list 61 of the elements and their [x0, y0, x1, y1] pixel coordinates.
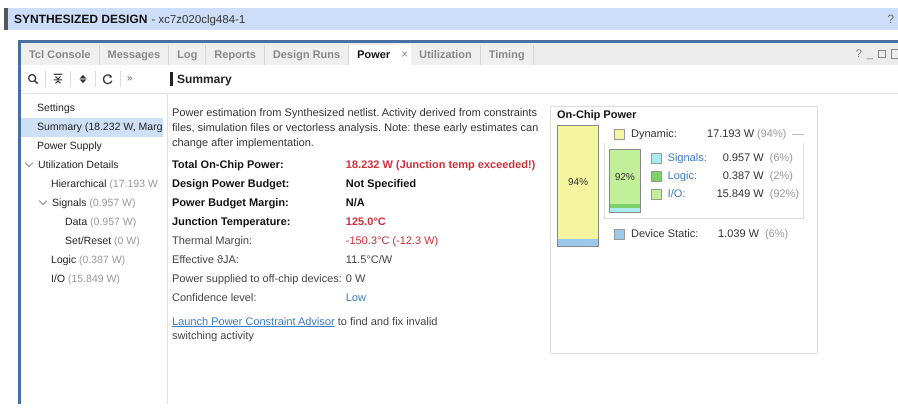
- refresh-icon[interactable]: [102, 73, 114, 85]
- legend-value: 0.387 W: [722, 170, 764, 182]
- sidebar-item[interactable]: Signals (0.957 W): [21, 194, 136, 213]
- legend-share: (92%): [770, 188, 799, 200]
- bar-label: 92%: [614, 172, 635, 182]
- field-label: Confidence level:: [172, 292, 258, 304]
- collapse-all-icon[interactable]: [52, 73, 64, 85]
- sidebar-item[interactable]: Settings: [21, 99, 76, 118]
- part-name: - xc7z020clg484-1: [151, 14, 246, 26]
- legend-label: Signals:: [668, 152, 708, 164]
- field-value: -150.3°C (-12.3 W): [346, 235, 440, 247]
- legend-share: (2%): [770, 170, 793, 182]
- tab[interactable]: Power: [349, 45, 398, 65]
- advisor-link[interactable]: Launch Power Constraint Advisor: [172, 316, 335, 328]
- legend-share: (6%): [765, 228, 788, 240]
- field-label: Power Budget Margin:: [172, 197, 290, 209]
- field-value: 18.232 W (Junction temp exceeded!): [346, 159, 536, 171]
- field-label: Total On-Chip Power:: [172, 159, 285, 171]
- close-button[interactable]: ×: [398, 44, 412, 65]
- legend-value: 0.957 W: [722, 152, 764, 164]
- restore-icon[interactable]: [878, 50, 886, 58]
- sidebar-item[interactable]: Logic (0.387 W): [21, 251, 126, 270]
- field-value: N/A: [346, 197, 366, 209]
- legend-label: Logic:: [668, 170, 698, 182]
- legend-share: (94%): [757, 128, 786, 140]
- section-title: Summary: [177, 72, 232, 86]
- field-label: Design Power Budget:: [172, 178, 290, 190]
- field-label: Thermal Margin:: [172, 235, 254, 247]
- legend-share: (6%): [770, 152, 793, 164]
- splitter-handle[interactable]: [170, 72, 173, 86]
- search-icon[interactable]: [27, 73, 39, 85]
- sidebar-item[interactable]: Summary (18.232 W, Marg: [21, 118, 164, 137]
- description-text: Power estimation from Synthesized netlist. Activity derived from constraints files, simulation files or vectorless analysis. Note: these early estimates can change after implementation.: [172, 106, 540, 151]
- legend-value: 1.039 W: [717, 228, 759, 240]
- field-label: Effective ϑJA:: [172, 254, 240, 266]
- legend-label: I/O:: [668, 188, 686, 200]
- window-title: SYNTHESIZED DESIGN: [14, 12, 148, 26]
- sidebar-item[interactable]: Power Supply: [21, 137, 103, 156]
- legend-value: 15.849 W: [716, 188, 764, 200]
- sidebar-item[interactable]: Utilization Details: [21, 156, 120, 175]
- field-value: Not Specified: [346, 178, 418, 190]
- field-label: Power supplied to off-chip devices:: [172, 273, 342, 285]
- panel-title: On-Chip Power: [557, 109, 638, 121]
- panel-control[interactable]: ?: [856, 48, 862, 60]
- legend-label: Device Static:: [631, 228, 700, 240]
- bar-label: 94%: [568, 177, 588, 188]
- sidebar-item[interactable]: Hierarchical (17.193 W: [21, 175, 159, 194]
- field-value: 125.0°C: [346, 216, 387, 228]
- sidebar-item[interactable]: I/O (15.849 W): [21, 270, 121, 289]
- field-value: Low: [346, 292, 367, 304]
- field-label: Junction Temperature:: [172, 216, 292, 228]
- legend-label: Dynamic:: [631, 128, 678, 140]
- advisor-text: Launch Power Constraint Advisor to find and fix invalid switching activity: [172, 315, 438, 343]
- sidebar-item[interactable]: Data (0.957 W): [21, 213, 138, 232]
- field-value: 0 W: [346, 273, 366, 285]
- panel-control[interactable]: _: [866, 48, 873, 60]
- expand-all-icon[interactable]: [77, 73, 89, 85]
- field-value: 11.5°C/W: [346, 254, 394, 266]
- overflow-button[interactable]: »: [127, 73, 133, 84]
- sidebar-item[interactable]: Set/Reset (0 W): [21, 232, 141, 251]
- help-button[interactable]: ?: [887, 12, 894, 26]
